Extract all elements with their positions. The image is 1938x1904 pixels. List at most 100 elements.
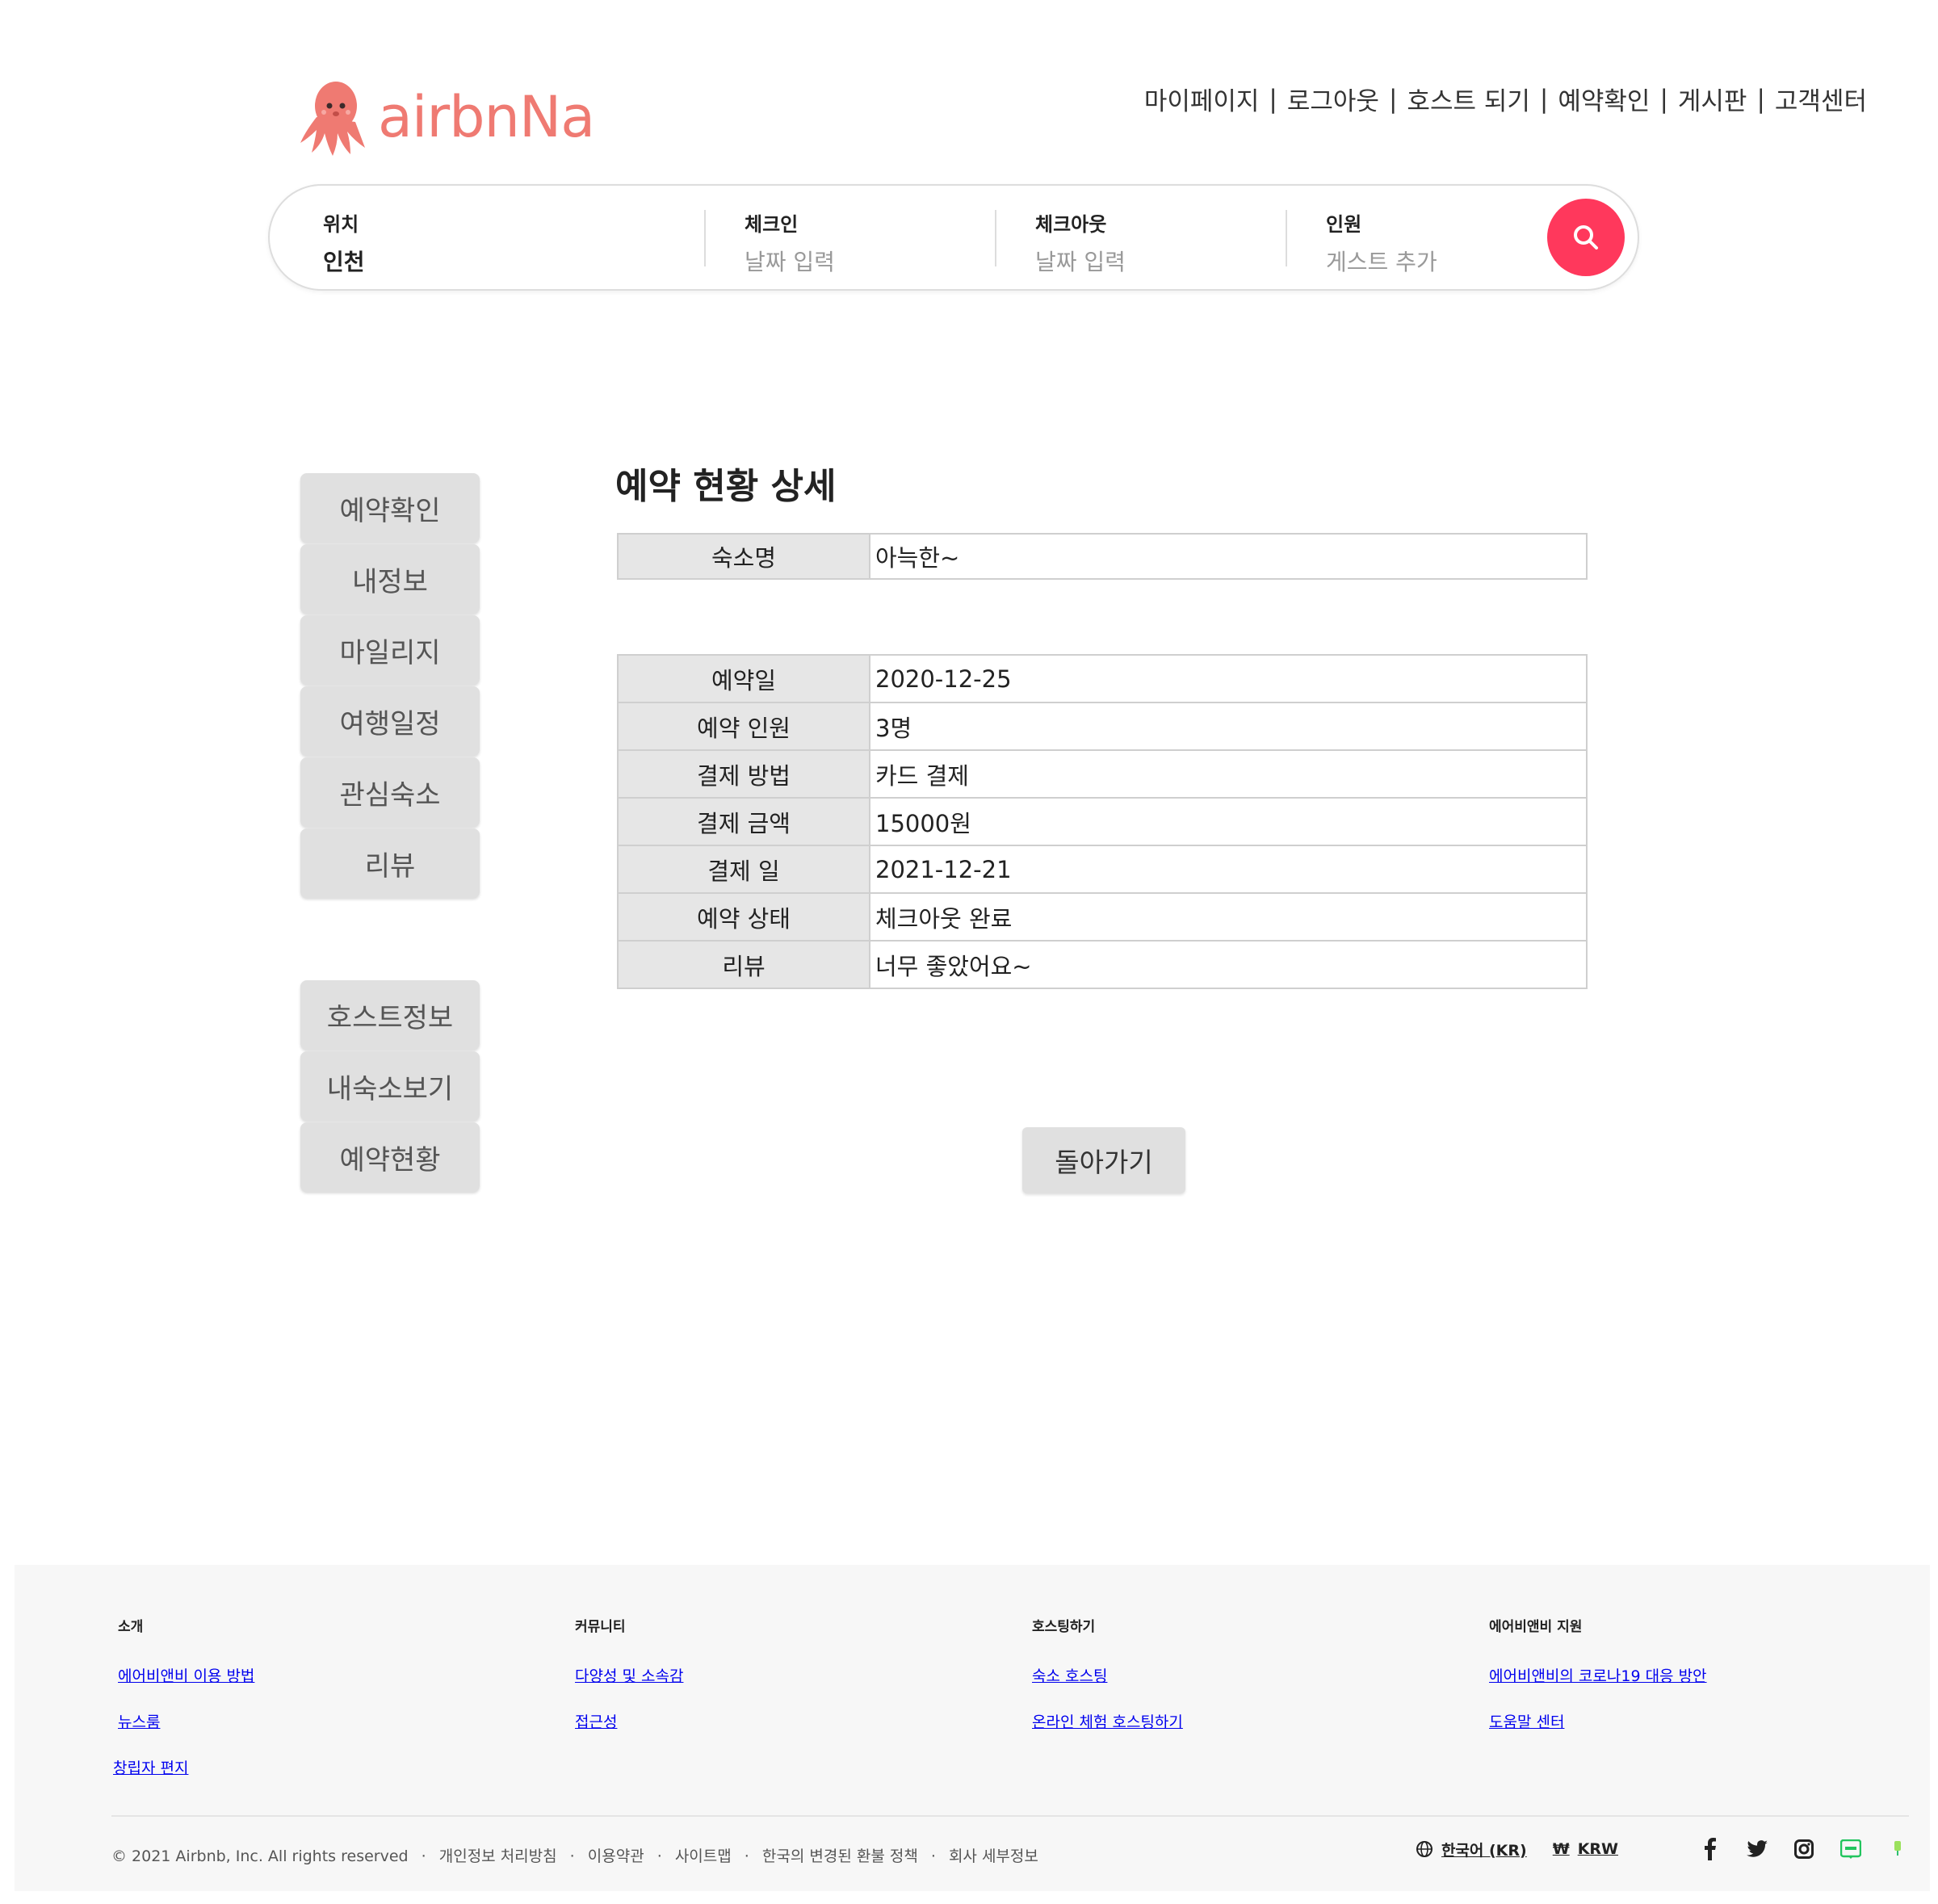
footer-heading: 에어비앤비 지원	[1489, 1619, 1583, 1635]
footer-link[interactable]: 온라인 체험 호스팅하기	[1032, 1710, 1183, 1732]
guest-sidebar-menu: 예약확인 내정보 마일리지 여행일정 관심숙소 리뷰	[300, 473, 480, 900]
separator-dot: ·	[421, 1847, 426, 1865]
table-row: 리뷰 너무 좋았어요~	[617, 940, 1588, 989]
search-divider	[704, 210, 706, 266]
footer-settings: 한국어 (KR) ₩ KRW	[1416, 1838, 1909, 1860]
sidebar-item-wishlist[interactable]: 관심숙소	[300, 757, 480, 827]
footer-link[interactable]: 다양성 및 소속감	[575, 1664, 683, 1686]
detail-value: 너무 좋았어요~	[869, 940, 1588, 989]
footer-link[interactable]: 숙소 호스팅	[1032, 1664, 1183, 1686]
sidebar-item-itinerary[interactable]: 여행일정	[300, 686, 480, 756]
detail-value: 카드 결제	[869, 749, 1588, 799]
detail-label: 예약일	[617, 654, 870, 703]
checkout-field[interactable]: 체크아웃 날짜 입력	[1035, 208, 1126, 277]
currency-label: KRW	[1577, 1840, 1618, 1858]
accommodation-name-label: 숙소명	[617, 533, 870, 580]
separator-dot: ·	[569, 1847, 575, 1865]
footer-column-community: 커뮤니티 다양성 및 소속감 접근성	[575, 1615, 683, 1756]
nav-separator: |	[1659, 84, 1668, 114]
search-button[interactable]	[1547, 199, 1625, 276]
table-row: 예약 인원 3명	[617, 702, 1588, 751]
guests-placeholder: 게스트 추가	[1326, 249, 1437, 275]
detail-value: 2021-12-21	[869, 845, 1588, 894]
brand-logo[interactable]: airbnNa	[297, 73, 595, 161]
nav-reservations[interactable]: 예약확인	[1558, 81, 1650, 117]
footer: 소개 에어비앤비 이용 방법 뉴스룸 창립자 편지 커뮤니티 다양성 및 소속감…	[15, 1565, 1930, 1891]
checkin-label: 체크인	[745, 213, 799, 236]
refund-policy-link[interactable]: 한국의 변경된 환불 정책	[762, 1847, 918, 1865]
nav-logout[interactable]: 로그아웃	[1287, 81, 1379, 117]
detail-label: 리뷰	[617, 940, 870, 989]
footer-link[interactable]: 창립자 편지	[113, 1756, 254, 1778]
host-sidebar-menu: 호스트정보 내숙소보기 예약현황	[300, 980, 480, 1193]
footer-link[interactable]: 에어비앤비의 코로나19 대응 방안	[1489, 1664, 1707, 1686]
footer-column-support: 에어비앤비 지원 에어비앤비의 코로나19 대응 방안 도움말 센터	[1489, 1615, 1707, 1756]
footer-heading: 소개	[118, 1619, 144, 1635]
table-row: 숙소명 아늑한~	[617, 533, 1588, 580]
table-row: 예약 상태 체크아웃 완료	[617, 892, 1588, 942]
terms-link[interactable]: 이용약관	[588, 1847, 644, 1865]
brand-name: airbnNa	[378, 84, 595, 150]
facebook-icon[interactable]	[1699, 1838, 1722, 1860]
sidebar-item-my-info[interactable]: 내정보	[300, 544, 480, 614]
naver-blog-icon[interactable]	[1839, 1838, 1862, 1860]
sidebar-item-mileage[interactable]: 마일리지	[300, 615, 480, 685]
separator-dot: ·	[930, 1847, 936, 1865]
accommodation-name-value: 아늑한~	[869, 533, 1588, 580]
company-details-link[interactable]: 회사 세부정보	[949, 1847, 1038, 1865]
detail-value: 체크아웃 완료	[869, 892, 1588, 942]
sidebar-item-host-info[interactable]: 호스트정보	[300, 980, 480, 1050]
footer-link[interactable]: 도움말 센터	[1489, 1710, 1707, 1732]
detail-value: 3명	[869, 702, 1588, 751]
sidebar-item-booking-status[interactable]: 예약현황	[300, 1122, 480, 1192]
checkin-placeholder: 날짜 입력	[745, 249, 835, 275]
separator-dot: ·	[744, 1847, 749, 1865]
reservation-details-table: 예약일 2020-12-25 예약 인원 3명 결제 방법 카드 결제 결제 금…	[617, 654, 1588, 989]
sidebar-item-my-listings[interactable]: 내숙소보기	[300, 1051, 480, 1121]
detail-label: 결제 일	[617, 845, 870, 894]
checkout-placeholder: 날짜 입력	[1035, 249, 1126, 275]
back-button[interactable]: 돌아가기	[1022, 1127, 1185, 1193]
footer-heading: 커뮤니티	[575, 1619, 626, 1635]
sitemap-link[interactable]: 사이트맵	[675, 1847, 732, 1865]
sidebar-item-reviews[interactable]: 리뷰	[300, 828, 480, 898]
location-field[interactable]: 위치 인천	[323, 208, 365, 277]
nav-board[interactable]: 게시판	[1678, 81, 1747, 117]
instagram-icon[interactable]	[1793, 1838, 1815, 1860]
language-selector[interactable]: 한국어 (KR)	[1416, 1839, 1527, 1860]
search-divider	[995, 210, 996, 266]
globe-icon	[1416, 1841, 1433, 1857]
guests-field[interactable]: 인원 게스트 추가	[1326, 208, 1437, 277]
footer-link[interactable]: 에어비앤비 이용 방법	[118, 1664, 254, 1686]
footer-column-hosting: 호스팅하기 숙소 호스팅 온라인 체험 호스팅하기	[1032, 1615, 1183, 1756]
search-icon	[1574, 225, 1598, 250]
currency-selector[interactable]: ₩ KRW	[1553, 1840, 1618, 1858]
footer-column-about: 소개 에어비앤비 이용 방법 뉴스룸 창립자 편지	[113, 1615, 254, 1802]
footer-link[interactable]: 뉴스룸	[118, 1710, 254, 1732]
footer-link[interactable]: 접근성	[575, 1710, 683, 1732]
nav-separator: |	[1539, 84, 1549, 114]
search-divider	[1286, 210, 1287, 266]
detail-value: 15000원	[869, 797, 1588, 846]
octopus-logo-icon	[300, 82, 365, 156]
nav-mypage[interactable]: 마이페이지	[1144, 81, 1260, 117]
nav-customer-center[interactable]: 고객센터	[1775, 81, 1867, 117]
checkout-label: 체크아웃	[1035, 213, 1107, 236]
detail-label: 예약 상태	[617, 892, 870, 942]
nav-become-host[interactable]: 호스트 되기	[1407, 81, 1529, 117]
separator-dot: ·	[656, 1847, 662, 1865]
nav-separator: |	[1388, 84, 1398, 114]
footer-divider	[111, 1815, 1909, 1817]
twitter-icon[interactable]	[1746, 1838, 1768, 1860]
footer-heading: 호스팅하기	[1032, 1619, 1096, 1635]
nav-separator: |	[1269, 84, 1277, 114]
privacy-link[interactable]: 개인정보 처리방침	[439, 1847, 557, 1865]
naver-post-icon[interactable]	[1886, 1838, 1909, 1860]
nav-separator: |	[1756, 84, 1765, 114]
sidebar-item-reservations[interactable]: 예약확인	[300, 473, 480, 543]
detail-label: 예약 인원	[617, 702, 870, 751]
detail-label: 결제 방법	[617, 749, 870, 799]
checkin-field[interactable]: 체크인 날짜 입력	[745, 208, 835, 277]
accommodation-table: 숙소명 아늑한~	[617, 533, 1588, 580]
detail-label: 결제 금액	[617, 797, 870, 846]
